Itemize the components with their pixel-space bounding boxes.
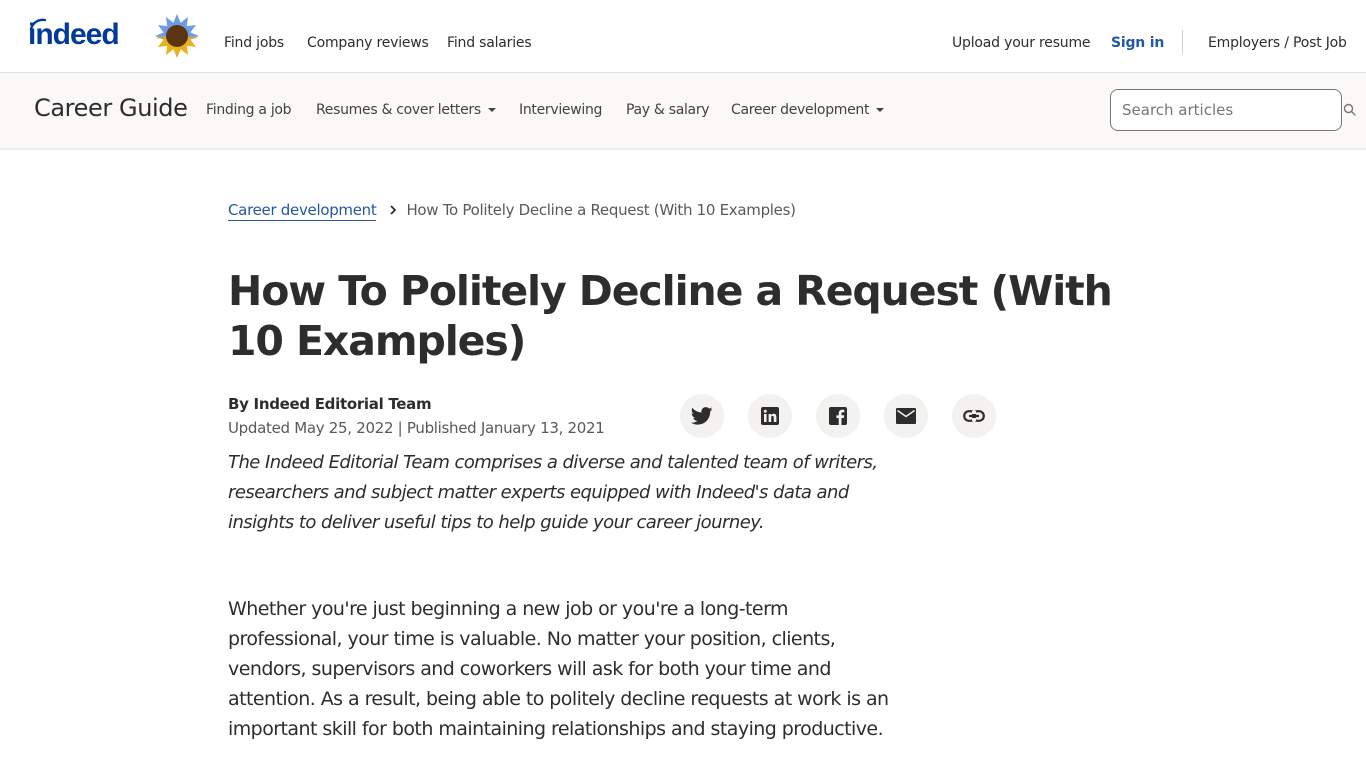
indeed-logo[interactable]: indeed <box>28 17 134 53</box>
nav-find-salaries[interactable]: Find salaries <box>447 33 532 53</box>
chevron-right-icon <box>390 205 397 215</box>
subnav-career-development[interactable]: Career development <box>731 100 885 120</box>
link-icon <box>963 410 985 422</box>
career-guide-title[interactable]: Career Guide <box>34 92 188 124</box>
article-dates: Updated May 25, 2022 | Published January… <box>228 419 605 437</box>
linkedin-icon <box>761 407 779 425</box>
caret-down-icon <box>487 108 496 112</box>
sunflower-icon <box>155 14 199 58</box>
upload-resume-link[interactable]: Upload your resume <box>952 33 1091 53</box>
subnav-pay-salary[interactable]: Pay & salary <box>626 100 710 120</box>
logo-text: indeed <box>28 18 120 51</box>
header-divider <box>1182 30 1183 54</box>
intro-paragraph: Whether you're just beginning a new job … <box>228 598 889 740</box>
subnav-label: Career development <box>731 102 870 118</box>
twitter-icon <box>691 407 713 425</box>
sign-in-link[interactable]: Sign in <box>1111 33 1164 53</box>
subnav-interviewing[interactable]: Interviewing <box>519 100 602 120</box>
breadcrumb-current: How To Politely Decline a Request (With … <box>406 201 796 219</box>
top-header: indeed Find jobs Company reviews Find sa… <box>0 0 1366 73</box>
share-email-button[interactable] <box>884 394 928 438</box>
author-byline: By Indeed Editorial Team <box>228 395 432 413</box>
subnav-resumes-cover-letters[interactable]: Resumes & cover letters <box>316 100 496 120</box>
caret-down-icon <box>876 108 885 112</box>
editorial-team-blurb: The Indeed Editorial Team comprises a di… <box>228 452 878 533</box>
breadcrumb: Career development How To Politely Decli… <box>228 198 796 222</box>
subnav-label: Finding a job <box>206 102 292 118</box>
career-guide-nav: Career Guide Finding a job Resumes & cov… <box>0 73 1366 150</box>
breadcrumb-parent-link[interactable]: Career development <box>228 200 377 221</box>
search-icon[interactable] <box>1343 103 1357 117</box>
copy-link-button[interactable] <box>952 394 996 438</box>
facebook-icon <box>829 407 847 425</box>
share-twitter-button[interactable] <box>680 394 724 438</box>
email-icon <box>896 408 916 424</box>
share-facebook-button[interactable] <box>816 394 860 438</box>
subnav-label: Interviewing <box>519 102 603 118</box>
search-articles-input[interactable] <box>1110 89 1342 131</box>
nav-find-jobs[interactable]: Find jobs <box>224 33 284 53</box>
share-linkedin-button[interactable] <box>748 394 792 438</box>
subnav-label: Resumes & cover letters <box>316 102 481 118</box>
nav-company-reviews[interactable]: Company reviews <box>307 33 429 53</box>
subnav-label: Pay & salary <box>626 102 710 118</box>
employers-post-job-link[interactable]: Employers / Post Job <box>1208 33 1347 53</box>
subnav-finding-a-job[interactable]: Finding a job <box>206 100 292 120</box>
article-title: How To Politely Decline a Request (With … <box>228 267 1113 365</box>
